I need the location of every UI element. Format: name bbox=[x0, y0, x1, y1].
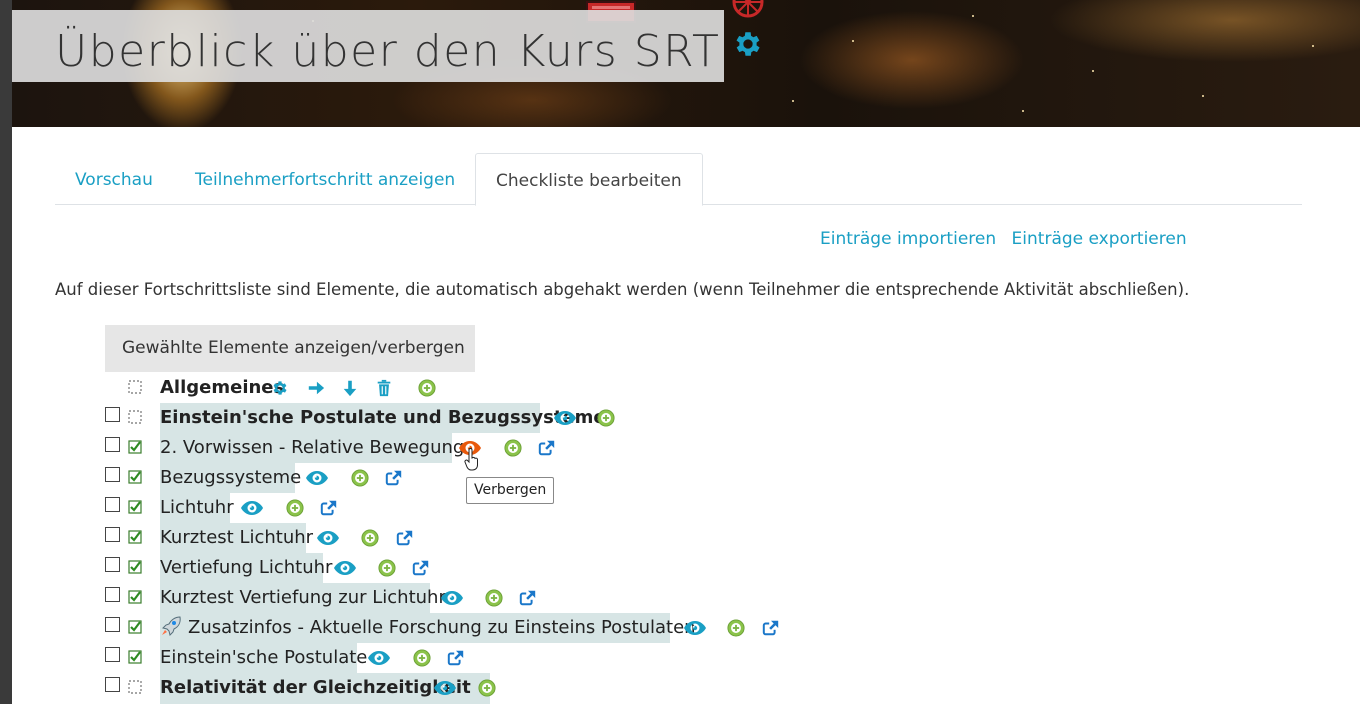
eye-icon[interactable] bbox=[333, 559, 357, 577]
item-label: 2. Vorwissen - Relative Bewegung bbox=[160, 437, 465, 458]
eye-icon[interactable] bbox=[683, 619, 707, 637]
tooltip: Verbergen bbox=[466, 477, 555, 504]
item-label: Zusatzinfos - Aktuelle Forschung zu Eins… bbox=[160, 613, 696, 643]
add-icon[interactable] bbox=[484, 589, 504, 607]
section-label: Einstein'sche Postulate und Bezugssystem… bbox=[160, 407, 606, 428]
done-status-icon bbox=[128, 620, 142, 634]
tab-participant-progress[interactable]: Teilnehmerfortschritt anzeigen bbox=[175, 153, 475, 205]
add-icon[interactable] bbox=[596, 409, 616, 427]
done-status-icon bbox=[128, 530, 142, 544]
hand-cursor-icon bbox=[464, 448, 478, 471]
item-label: Vertiefung Lichtuhr bbox=[160, 557, 333, 578]
import-export-links: Einträge importieren Einträge exportiere… bbox=[820, 229, 1187, 249]
tab-bar: Vorschau Teilnehmerfortschritt anzeigen … bbox=[55, 153, 1302, 206]
eye-icon[interactable] bbox=[316, 529, 340, 547]
external-link-icon[interactable] bbox=[384, 469, 404, 487]
intro-text: Auf dieser Fortschrittsliste sind Elemen… bbox=[55, 280, 1190, 299]
add-icon[interactable] bbox=[503, 439, 523, 457]
wheel-illustration bbox=[732, 0, 764, 18]
done-status-icon bbox=[128, 650, 142, 664]
item-label: Bezugssysteme bbox=[160, 467, 302, 488]
external-link-icon[interactable] bbox=[518, 589, 538, 607]
item-checkbox[interactable] bbox=[105, 557, 120, 572]
item-checkbox[interactable] bbox=[105, 527, 120, 542]
done-status-icon bbox=[128, 440, 142, 454]
item-label: Einstein'sche Postulate bbox=[160, 647, 368, 668]
add-icon[interactable] bbox=[377, 559, 397, 577]
done-status-icon bbox=[128, 500, 142, 514]
external-link-icon[interactable] bbox=[319, 499, 339, 517]
pending-status-icon bbox=[128, 680, 142, 694]
eye-icon[interactable] bbox=[240, 499, 264, 517]
done-status-icon bbox=[128, 590, 142, 604]
section-label: Relativität der Gleichzeitigkeit bbox=[160, 677, 471, 698]
external-link-icon[interactable] bbox=[537, 439, 557, 457]
add-icon[interactable] bbox=[417, 379, 437, 397]
add-icon[interactable] bbox=[412, 649, 432, 667]
done-status-icon bbox=[128, 470, 142, 484]
page-frame: Überblick über den Kurs SRT Vorschau Tei… bbox=[12, 0, 1360, 704]
item-label: Kurztest Lichtuhr bbox=[160, 527, 314, 548]
external-link-icon[interactable] bbox=[411, 559, 431, 577]
item-checkbox[interactable] bbox=[105, 677, 120, 692]
eye-icon[interactable] bbox=[367, 649, 391, 667]
arrow-down-icon[interactable] bbox=[340, 379, 360, 397]
toggle-selected-button[interactable]: Gewählte Elemente anzeigen/verbergen bbox=[105, 325, 475, 372]
pending-status-icon bbox=[128, 380, 142, 394]
external-link-icon[interactable] bbox=[446, 649, 466, 667]
gear-icon[interactable] bbox=[732, 28, 764, 60]
rocket-icon bbox=[162, 616, 181, 636]
eye-icon[interactable] bbox=[433, 679, 457, 697]
done-status-icon bbox=[128, 560, 142, 574]
eye-icon[interactable] bbox=[553, 409, 577, 427]
eye-icon[interactable] bbox=[305, 469, 329, 487]
item-checkbox[interactable] bbox=[105, 587, 120, 602]
item-checkbox[interactable] bbox=[105, 437, 120, 452]
tab-edit-checklist[interactable]: Checkliste bearbeiten bbox=[475, 153, 703, 206]
item-checkbox[interactable] bbox=[105, 467, 120, 482]
external-link-icon[interactable] bbox=[395, 529, 415, 547]
add-icon[interactable] bbox=[726, 619, 746, 637]
add-icon[interactable] bbox=[285, 499, 305, 517]
item-label: Kurztest Vertiefung zur Lichtuhr bbox=[160, 587, 446, 608]
title-box: Überblick über den Kurs SRT bbox=[12, 10, 724, 82]
tab-preview[interactable]: Vorschau bbox=[55, 153, 173, 205]
export-link[interactable]: Einträge exportieren bbox=[1012, 229, 1187, 249]
item-checkbox[interactable] bbox=[105, 497, 120, 512]
page-title: Überblick über den Kurs SRT bbox=[55, 26, 721, 77]
item-checkbox[interactable] bbox=[105, 407, 120, 422]
item-checkbox[interactable] bbox=[105, 647, 120, 662]
pending-status-icon bbox=[128, 410, 142, 424]
eye-icon[interactable] bbox=[440, 589, 464, 607]
section-label: Allgemeines bbox=[160, 377, 285, 398]
trash-icon[interactable] bbox=[374, 379, 394, 397]
add-icon[interactable] bbox=[360, 529, 380, 547]
add-icon[interactable] bbox=[477, 679, 497, 697]
import-link[interactable]: Einträge importieren bbox=[820, 229, 996, 249]
item-checkbox[interactable] bbox=[105, 617, 120, 632]
external-link-icon[interactable] bbox=[761, 619, 781, 637]
arrow-right-icon[interactable] bbox=[306, 379, 326, 397]
gear-icon[interactable] bbox=[270, 379, 290, 397]
item-label: Lichtuhr bbox=[160, 497, 234, 518]
add-icon[interactable] bbox=[350, 469, 370, 487]
